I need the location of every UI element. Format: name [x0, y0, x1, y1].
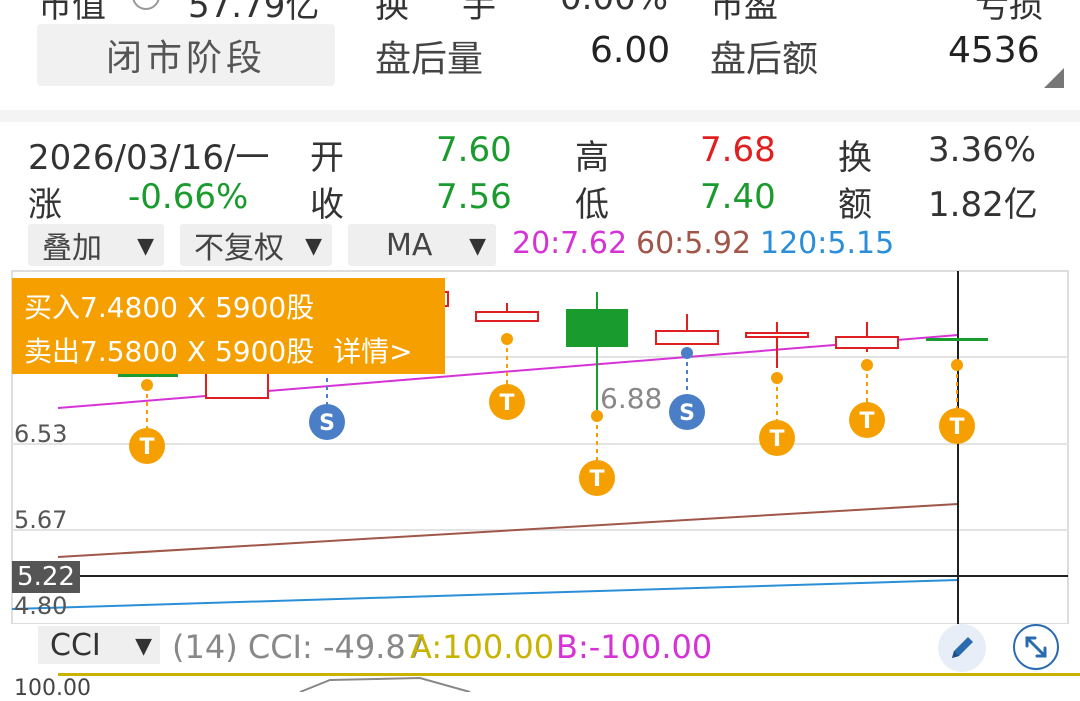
- ma60-readout: 60:5.92: [636, 226, 752, 261]
- indicator-dropdown[interactable]: MA ▼: [348, 224, 496, 266]
- top-stats-row: 市值 57.79亿 换 手 0.00% 市盈 亏损: [0, 0, 1080, 26]
- adjust-label: 不复权: [194, 231, 284, 266]
- crosshair-price-tag: 5.22: [12, 561, 80, 593]
- candle: [835, 336, 899, 349]
- after-hours-volume-label: 盘后量: [375, 39, 484, 80]
- overlay-label: 叠加: [42, 231, 102, 266]
- amount-value: 1.82亿: [928, 185, 1038, 225]
- low-value: 7.40: [700, 177, 776, 217]
- svg-text:T: T: [139, 435, 154, 460]
- trading-phase-badge: 闭市阶段: [37, 24, 335, 86]
- price-label: 4.80: [14, 592, 68, 620]
- pe-value: 亏损: [975, 0, 1043, 26]
- caret-down-icon: ▼: [305, 234, 322, 259]
- svg-text:T: T: [859, 409, 874, 434]
- price-label: 5.67: [14, 506, 68, 534]
- turnover-rate-label: 换: [838, 138, 872, 178]
- ma120-readout: 120:5.15: [760, 226, 895, 261]
- buy-record: 买入7.4800 X 5900股: [24, 291, 315, 324]
- sell-record: 卖出7.5800 X 5900股 详情>: [24, 335, 413, 368]
- svg-text:T: T: [949, 415, 964, 440]
- cci-value-readout: (14) CCI: -49.87: [172, 628, 427, 666]
- pe-label: 市盈: [710, 0, 778, 26]
- price-label: 6.53: [14, 420, 68, 448]
- market-cap-value: 57.79亿: [188, 0, 320, 26]
- cci-name: CCI: [50, 627, 101, 663]
- svg-text:S: S: [319, 411, 335, 436]
- cci-b-readout: B:-100.00: [556, 628, 713, 666]
- indicator-label: MA: [386, 227, 433, 263]
- candle: [475, 311, 539, 322]
- turnover-label-2: 手: [462, 0, 496, 26]
- cci-indicator-dropdown[interactable]: CCI ▼: [38, 626, 160, 664]
- candle: [118, 374, 178, 377]
- cci-a-readout: A:100.00: [410, 628, 555, 666]
- ma120-line: [11, 579, 959, 610]
- trade-record-popup[interactable]: 买入7.4800 X 5900股 卖出7.5800 X 5900股 详情>: [12, 278, 445, 374]
- expand-corner-icon[interactable]: [1044, 68, 1064, 88]
- trade-detail-link[interactable]: 详情>: [333, 335, 412, 368]
- market-cap-label: 市值: [38, 0, 106, 26]
- candle: [566, 309, 628, 347]
- section-divider: [0, 110, 1080, 122]
- svg-text:T: T: [769, 427, 784, 452]
- quote-date: 2026/03/16/一: [28, 138, 270, 178]
- turnover-label: 换: [375, 0, 409, 26]
- fullscreen-button[interactable]: [1013, 624, 1059, 670]
- after-hours-amount-label: 盘后额: [710, 39, 819, 80]
- candle: [745, 332, 809, 338]
- ma20-readout: 20:7.62: [512, 226, 628, 261]
- cci-curve: [299, 676, 471, 692]
- after-hours-amount-value: 4536: [948, 30, 1040, 71]
- adjust-dropdown[interactable]: 不复权 ▼: [180, 224, 332, 266]
- after-hours-volume-value: 6.00: [590, 30, 671, 71]
- svg-text:S: S: [679, 401, 695, 426]
- candle: [655, 330, 719, 345]
- edit-indicator-button[interactable]: [938, 624, 986, 672]
- caret-down-icon: ▼: [469, 234, 486, 259]
- amount-label: 额: [838, 185, 872, 225]
- candle: [926, 338, 988, 341]
- turnover-rate-value: 3.36%: [928, 130, 1037, 170]
- low-label: 低: [575, 185, 609, 225]
- close-label: 收: [310, 185, 344, 225]
- candle: [205, 369, 269, 399]
- high-value: 7.68: [700, 130, 776, 170]
- pencil-icon: [952, 637, 973, 658]
- expand-arrows-icon: [1025, 636, 1047, 658]
- high-label: 高: [575, 138, 609, 178]
- change-label: 涨: [28, 185, 62, 225]
- caret-down-icon: ▼: [135, 634, 152, 659]
- open-value: 7.60: [436, 130, 512, 170]
- overlay-dropdown[interactable]: 叠加 ▼: [28, 224, 164, 266]
- open-label: 开: [310, 138, 344, 178]
- svg-text:T: T: [499, 391, 514, 416]
- close-value: 7.56: [436, 177, 512, 217]
- turnover-value: 0.00%: [560, 0, 668, 18]
- low-annotation: 6.88: [600, 382, 662, 415]
- svg-text:T: T: [589, 467, 604, 492]
- change-value: -0.66%: [128, 177, 249, 217]
- caret-down-icon: ▼: [137, 234, 154, 259]
